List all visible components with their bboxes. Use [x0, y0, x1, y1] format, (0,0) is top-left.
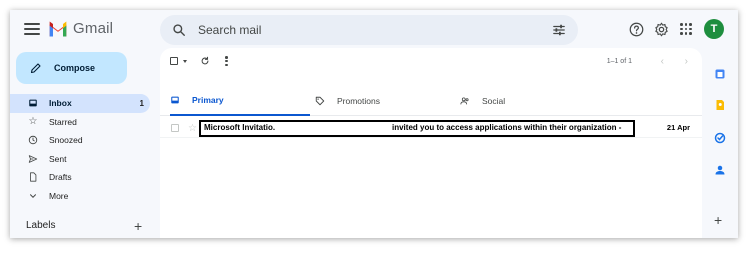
sidebar-item-starred[interactable]: ☆ Starred: [10, 113, 150, 132]
star-icon: ☆: [28, 116, 38, 128]
apps-grid-icon[interactable]: [680, 23, 692, 35]
tag-icon: [315, 96, 325, 106]
side-panel: +: [702, 48, 738, 238]
select-menu-caret-icon[interactable]: [183, 59, 187, 63]
gmail-m-icon: [49, 21, 67, 36]
draft-icon: [30, 172, 37, 182]
help-icon[interactable]: [629, 22, 644, 37]
unread-count: 1: [139, 98, 144, 108]
labels-heading: Labels: [26, 220, 56, 231]
gmail-logo[interactable]: Gmail: [48, 20, 113, 37]
menu-icon[interactable]: [24, 23, 40, 35]
tab-promotions[interactable]: Promotions: [315, 86, 455, 116]
sidebar-item-label: More: [49, 190, 69, 201]
send-icon: [28, 155, 38, 163]
star-icon[interactable]: ☆: [188, 123, 197, 134]
add-addon-icon[interactable]: +: [714, 212, 722, 228]
sidebar-item-inbox[interactable]: Inbox 1: [10, 94, 150, 113]
select-all-checkbox[interactable]: [170, 57, 178, 65]
previous-page-icon[interactable]: ‹: [661, 56, 664, 67]
mail-toolbar: [170, 56, 228, 66]
calendar-icon[interactable]: [714, 68, 726, 80]
clock-icon: [28, 136, 38, 145]
contacts-icon[interactable]: [714, 164, 726, 176]
avatar[interactable]: T: [704, 19, 724, 39]
pencil-icon: [30, 63, 41, 74]
search-input[interactable]: [198, 23, 552, 37]
chevron-down-icon: [30, 194, 36, 198]
sidebar-item-label: Snoozed: [49, 135, 83, 146]
sidebar-nav: Inbox 1 ☆ Starred Snoozed Sent Drafts Mo…: [10, 94, 150, 205]
tasks-icon[interactable]: [714, 132, 726, 144]
email-date: 21 Apr: [666, 123, 690, 132]
search-bar[interactable]: [160, 15, 578, 45]
tab-social[interactable]: Social: [460, 86, 600, 116]
people-icon: [460, 97, 469, 105]
more-options-icon[interactable]: [225, 56, 228, 66]
search-options-icon[interactable]: [552, 23, 566, 37]
tab-label: Social: [482, 96, 506, 106]
inbox-icon: [29, 99, 37, 107]
gmail-window: Gmail T Compose: [10, 10, 738, 238]
next-page-icon[interactable]: ›: [685, 56, 688, 67]
sidebar-item-drafts[interactable]: Drafts: [10, 168, 150, 187]
compose-button[interactable]: Compose: [16, 52, 127, 84]
tab-label: Primary: [192, 95, 224, 105]
mail-list-panel: 1–1 of 1 ‹ › Primary Promotions Social ☆…: [160, 48, 702, 238]
category-tabs: Primary Promotions Social: [160, 86, 702, 116]
refresh-icon[interactable]: [200, 56, 210, 66]
search-icon[interactable]: [172, 23, 186, 37]
email-row[interactable]: ☆ Microsoft Invitatio. invited you to ac…: [160, 119, 702, 138]
pagination-info: 1–1 of 1: [606, 58, 632, 65]
email-checkbox[interactable]: [171, 124, 179, 132]
sidebar-item-label: Drafts: [49, 172, 72, 183]
app-name: Gmail: [73, 20, 114, 37]
email-sender: Microsoft Invitatio.: [204, 123, 276, 132]
compose-label: Compose: [54, 63, 96, 73]
email-subject: invited you to access applications withi…: [392, 123, 622, 132]
tab-label: Promotions: [337, 96, 380, 106]
inbox-icon: [171, 96, 179, 104]
sidebar-item-snoozed[interactable]: Snoozed: [10, 131, 150, 150]
keep-icon[interactable]: [714, 99, 726, 111]
tab-primary[interactable]: Primary: [170, 86, 310, 116]
sidebar-item-more[interactable]: More: [10, 187, 150, 206]
sidebar-item-label: Inbox: [49, 98, 72, 109]
sidebar-item-label: Starred: [49, 116, 77, 127]
gear-icon[interactable]: [654, 22, 669, 37]
sidebar-item-label: Sent: [49, 153, 67, 164]
add-label-button[interactable]: +: [134, 218, 142, 234]
sidebar-item-sent[interactable]: Sent: [10, 150, 150, 169]
